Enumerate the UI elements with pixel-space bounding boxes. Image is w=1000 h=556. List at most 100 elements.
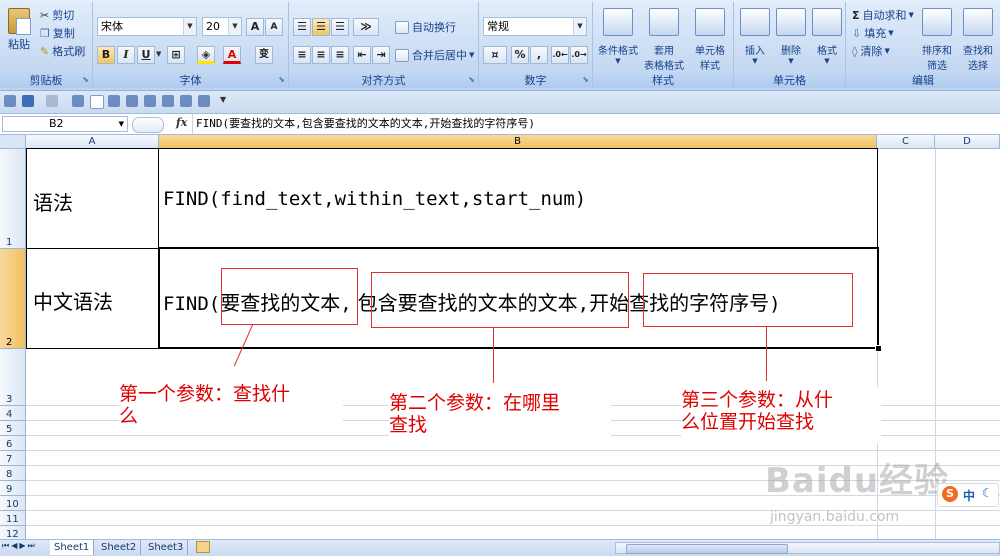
- percent-button[interactable]: %: [511, 46, 529, 64]
- save-icon[interactable]: [4, 95, 16, 107]
- row-header-2[interactable]: 2: [0, 249, 26, 349]
- underline-button[interactable]: U: [137, 46, 155, 64]
- format-painter-button[interactable]: ✎ 格式刷: [40, 44, 85, 59]
- dialog-launcher-icon[interactable]: ⬊: [82, 75, 89, 84]
- cell-a1[interactable]: 语法: [33, 187, 73, 216]
- phonetic-button[interactable]: 变: [255, 46, 273, 64]
- tab-nav-arrows-icon[interactable]: ⏮◀▶⏭: [2, 541, 37, 551]
- undo-icon[interactable]: [22, 95, 34, 107]
- cell-a2[interactable]: 中文语法: [33, 286, 113, 315]
- row-header-12[interactable]: 12: [0, 526, 26, 539]
- cut-button[interactable]: ✂ 剪切: [40, 8, 74, 23]
- print-preview-icon[interactable]: [72, 95, 84, 107]
- picture-icon[interactable]: [144, 95, 156, 107]
- cell-styles-button[interactable]: 单元格 样式: [689, 6, 731, 72]
- sheet-tab-3[interactable]: Sheet3: [144, 540, 189, 555]
- table-icon[interactable]: [126, 95, 138, 107]
- chevron-down-icon: ▼: [228, 18, 241, 35]
- customize-qat-icon[interactable]: ▼: [220, 95, 226, 104]
- currency-button[interactable]: ¤: [483, 46, 507, 64]
- grow-font-button[interactable]: A: [246, 18, 264, 36]
- row-header-6[interactable]: 6: [0, 436, 26, 451]
- dialog-launcher-icon[interactable]: ⬊: [582, 75, 589, 84]
- font-caption-text: 字体: [179, 74, 202, 87]
- row-header-4[interactable]: 4: [0, 406, 26, 421]
- align-bottom-button[interactable]: ☰: [331, 18, 349, 36]
- dialog-launcher-icon[interactable]: ⬊: [278, 75, 285, 84]
- dialog-launcher-icon[interactable]: ⬊: [468, 75, 475, 84]
- formula-input[interactable]: FIND(要查找的文本,包含要查找的文本的文本,开始查找的字符序号): [196, 116, 535, 132]
- borders-button[interactable]: ⊞: [167, 46, 185, 64]
- bold-button[interactable]: B: [97, 46, 115, 64]
- new-document-icon[interactable]: [90, 95, 104, 109]
- merge-center-button[interactable]: 合并后居中 ▼: [395, 47, 474, 63]
- row-header-9[interactable]: 9: [0, 481, 26, 496]
- fill-handle[interactable]: [875, 345, 882, 352]
- align-middle-button[interactable]: ☰: [312, 18, 330, 36]
- copy-button[interactable]: ❐ 复制: [40, 26, 75, 41]
- number-format-select[interactable]: 常规 ▼: [483, 17, 587, 36]
- orientation-button[interactable]: ≫: [353, 18, 379, 36]
- fill-color-button[interactable]: ◈: [197, 46, 215, 64]
- decrease-indent-button[interactable]: ⇤: [353, 46, 371, 64]
- clear-button[interactable]: ◊ 清除 ▼: [852, 44, 890, 59]
- column-header-d[interactable]: D: [935, 135, 1000, 149]
- increase-indent-button[interactable]: ⇥: [372, 46, 390, 64]
- row-header-10[interactable]: 10: [0, 496, 26, 511]
- chart-icon[interactable]: [162, 95, 174, 107]
- row-header-7[interactable]: 7: [0, 451, 26, 466]
- align-center-button[interactable]: ≡: [312, 46, 330, 64]
- row-header-3[interactable]: 3: [0, 349, 26, 406]
- format-cells-button[interactable]: 格式 ▼: [810, 6, 844, 68]
- row-number: 3: [6, 394, 13, 405]
- scrollbar-thumb[interactable]: [626, 544, 788, 554]
- worksheet-grid[interactable]: A B C D 1 2 3 4 5 6 7 8 9 10 11 12 语法 FI…: [0, 135, 1000, 539]
- column-header-c[interactable]: C: [877, 135, 935, 149]
- conditional-format-button[interactable]: 条件格式 ▼: [597, 6, 639, 68]
- fill-button[interactable]: ⇩ 填充 ▼: [852, 26, 894, 41]
- bar-chart-icon[interactable]: [198, 95, 210, 107]
- sheet-tab-1[interactable]: Sheet1: [50, 540, 95, 555]
- row-header-11[interactable]: 11: [0, 511, 26, 526]
- horizontal-scrollbar[interactable]: [615, 542, 1000, 554]
- align-top-icon: ☰: [297, 20, 307, 33]
- sheet-tab-2[interactable]: Sheet2: [97, 540, 142, 555]
- row-header-8[interactable]: 8: [0, 466, 26, 481]
- name-box[interactable]: B2 ▼: [2, 116, 128, 132]
- insert-cells-icon[interactable]: [180, 95, 192, 107]
- insert-cells-button[interactable]: 插入 ▼: [738, 6, 772, 68]
- align-right-button[interactable]: ≡: [331, 46, 349, 64]
- chevron-down-icon: ▼: [615, 57, 621, 65]
- column-header-a[interactable]: A: [26, 135, 159, 149]
- autosum-button[interactable]: Σ 自动求和 ▼: [852, 8, 914, 23]
- align-top-button[interactable]: ☰: [293, 18, 311, 36]
- formula-bar-splitter[interactable]: [132, 117, 164, 133]
- font-name-select[interactable]: 宋体 ▼: [97, 17, 197, 36]
- redo-icon[interactable]: [46, 95, 58, 107]
- column-header-b[interactable]: B: [159, 135, 877, 149]
- find-select-button[interactable]: 查找和 选择: [958, 6, 998, 72]
- shrink-font-button[interactable]: A: [265, 18, 283, 36]
- insert-sheet-icon[interactable]: [196, 541, 210, 553]
- format-as-table-button[interactable]: 套用 表格格式: [641, 6, 687, 72]
- font-size-select[interactable]: 20 ▼: [202, 17, 242, 36]
- align-left-button[interactable]: ≡: [293, 46, 311, 64]
- italic-button[interactable]: I: [117, 46, 135, 64]
- row-header-5[interactable]: 5: [0, 421, 26, 436]
- decrease-decimal-button[interactable]: .0→: [570, 46, 588, 64]
- increase-decimal-button[interactable]: .0←: [551, 46, 569, 64]
- delete-cells-button[interactable]: 删除 ▼: [774, 6, 808, 68]
- comma-button[interactable]: ,: [530, 46, 548, 64]
- chevron-down-icon[interactable]: ▼: [156, 50, 161, 58]
- select-all-corner[interactable]: [0, 135, 26, 149]
- row-header-1[interactable]: 1: [0, 149, 26, 249]
- paste-button[interactable]: 粘贴: [6, 6, 32, 51]
- cell-b1[interactable]: FIND(find_text,within_text,start_num): [163, 188, 586, 210]
- spelling-icon[interactable]: [108, 95, 120, 107]
- wrap-text-button[interactable]: 自动换行: [395, 19, 456, 35]
- sort-filter-button[interactable]: 排序和 筛选: [918, 6, 956, 72]
- insert-function-button[interactable]: fx: [176, 116, 187, 129]
- copy-icon: ❐: [40, 26, 50, 40]
- font-color-button[interactable]: A: [223, 46, 241, 64]
- ime-status-bar[interactable]: S 中 ☾: [937, 483, 999, 507]
